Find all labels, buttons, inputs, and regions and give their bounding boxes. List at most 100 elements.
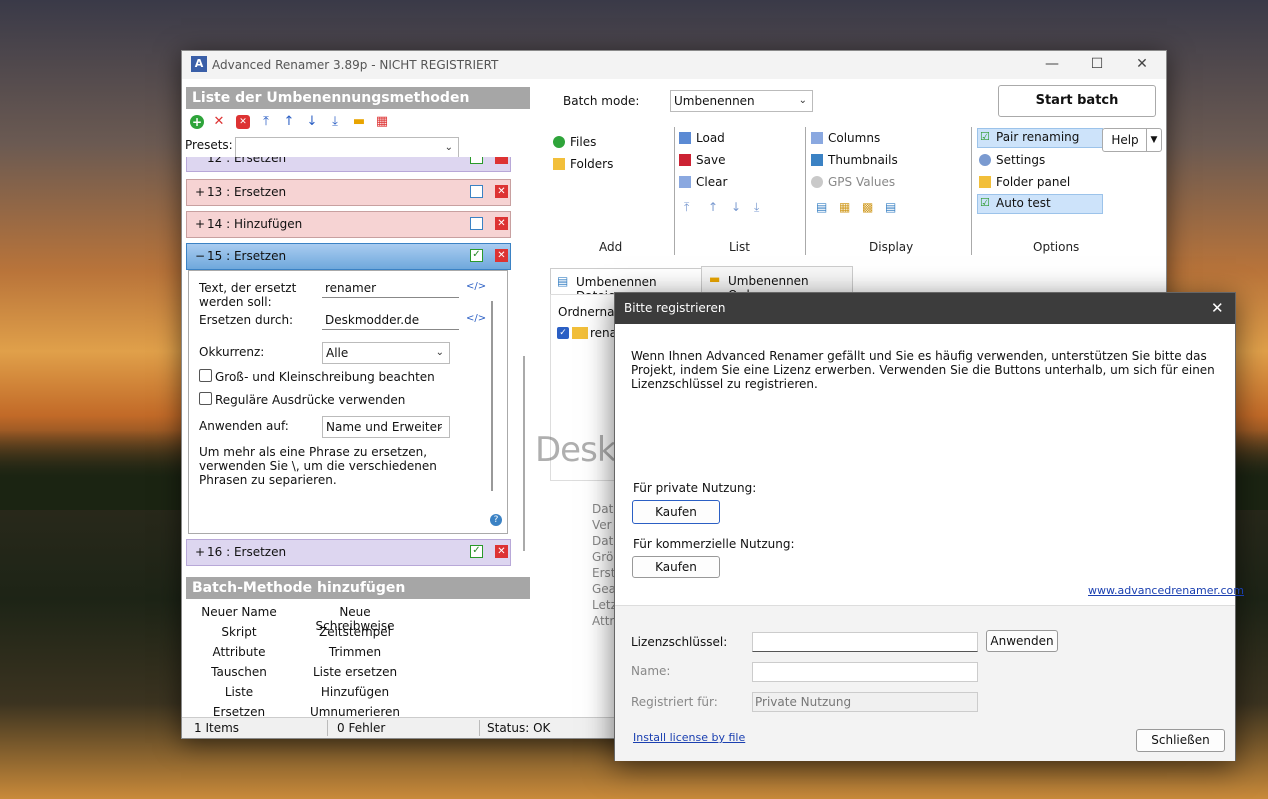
enabled-checkbox[interactable]: ✓ [470, 545, 483, 558]
help-button[interactable]: Help ▼ [1102, 128, 1162, 152]
minimize-icon[interactable]: — [1037, 56, 1067, 72]
move-bottom-icon[interactable]: ⤓ [328, 115, 342, 129]
license-input[interactable] [752, 632, 978, 652]
close-button[interactable]: Schließen [1136, 729, 1225, 752]
presets-select[interactable]: ⌄ [235, 137, 459, 159]
gps-button[interactable]: GPS Values [811, 175, 895, 189]
list-move-down-icon[interactable]: ↓ [731, 200, 741, 214]
view-icon[interactable]: ▤ [816, 200, 827, 214]
remove-method-icon[interactable] [495, 157, 508, 164]
maximize-icon[interactable]: ☐ [1082, 56, 1112, 72]
delete-method-icon[interactable]: ✕ [212, 115, 226, 129]
buy-private-button[interactable]: Kaufen [632, 500, 720, 524]
checkbox-icon: ☑ [980, 196, 990, 209]
registered-label: Registriert für: [631, 695, 718, 709]
code-icon[interactable]: </> [466, 281, 486, 292]
expand-icon[interactable]: + [195, 212, 205, 237]
expand-icon[interactable]: + [195, 540, 205, 565]
divider [327, 720, 328, 736]
method-item-partial[interactable]: 12 : Ersetzen [186, 157, 511, 172]
help-icon[interactable]: ? [490, 514, 502, 526]
close-icon[interactable]: ✕ [1127, 56, 1157, 72]
batch-method[interactable]: Neuer Name [184, 605, 294, 619]
enabled-checkbox[interactable] [470, 217, 483, 230]
batch-method-grid: Neuer Name Neue Schreibweise Skript Zeit… [182, 601, 532, 717]
remove-method-icon[interactable]: ✕ [495, 545, 508, 558]
batch-method[interactable]: Trimmen [300, 645, 410, 659]
batch-method[interactable]: Hinzufügen [300, 685, 410, 699]
columns-icon [811, 132, 823, 144]
status-text: Status: OK [487, 721, 551, 735]
remove-method-icon[interactable]: ✕ [495, 217, 508, 230]
website-link[interactable]: www.advancedrenamer.com [1088, 584, 1244, 597]
enabled-checkbox[interactable] [470, 185, 483, 198]
move-down-icon[interactable]: ↓ [305, 115, 319, 129]
batch-method[interactable]: Liste ersetzen [300, 665, 410, 679]
tab-files[interactable]: ▤ Umbenennen Dateien [550, 268, 702, 303]
regex-checkbox[interactable] [199, 392, 212, 405]
tab-folders[interactable]: ▬ Umbenennen Ordner [701, 266, 853, 302]
auto-test-toggle[interactable]: ☑ Auto test [977, 194, 1103, 214]
view-icon[interactable]: ▩ [862, 200, 873, 214]
batch-method[interactable]: Attribute [184, 645, 294, 659]
text-input[interactable]: renamer [322, 278, 459, 298]
batch-method[interactable]: Zeitstempel [300, 625, 410, 639]
close-icon[interactable]: ✕ [1211, 293, 1224, 324]
start-batch-button[interactable]: Start batch [998, 85, 1156, 117]
list-move-bottom-icon[interactable]: ⤓ [754, 200, 759, 215]
name-input[interactable] [752, 662, 978, 682]
calendar-icon[interactable]: ▦ [375, 115, 389, 129]
case-checkbox[interactable] [199, 369, 212, 382]
dropdown-icon[interactable]: ▼ [1146, 129, 1161, 151]
method-item[interactable]: + 13 : Ersetzen ✕ [186, 179, 511, 206]
view-icon[interactable]: ▦ [839, 200, 850, 214]
folder-panel-button[interactable]: Folder panel [979, 175, 1070, 189]
batch-method[interactable]: Liste [184, 685, 294, 699]
apply-button[interactable]: Anwenden [986, 630, 1058, 652]
remove-method-icon[interactable]: ✕ [495, 185, 508, 198]
splitter[interactable] [523, 356, 525, 551]
batch-method[interactable]: Umnumerieren [300, 705, 410, 717]
collapse-icon[interactable]: − [195, 244, 205, 269]
remove-method-icon[interactable]: ✕ [495, 249, 508, 262]
enabled-checkbox[interactable] [470, 157, 483, 164]
batch-method[interactable]: Ersetzen [184, 705, 294, 717]
thumbnails-button[interactable]: Thumbnails [811, 153, 898, 167]
apply-select[interactable]: Name und Erweiter ⌄ [322, 416, 450, 438]
batch-method[interactable]: Skript [184, 625, 294, 639]
method-item[interactable]: + 16 : Ersetzen ✓ ✕ [186, 539, 511, 566]
batch-section-title: Batch-Methode hinzufügen [186, 577, 530, 599]
occurrence-select[interactable]: Alle ⌄ [322, 342, 450, 364]
add-files-button[interactable]: Files [553, 135, 596, 149]
view-icon[interactable]: ▤ [885, 200, 896, 214]
install-license-link[interactable]: Install license by file [633, 731, 745, 744]
add-folders-button[interactable]: Folders [553, 157, 613, 171]
list-move-top-icon[interactable]: ⤒ [684, 200, 689, 215]
clear-button[interactable]: Clear [679, 175, 727, 189]
replace-input[interactable]: Deskmodder.de [322, 310, 459, 330]
method-item[interactable]: + 14 : Hinzufügen ✕ [186, 211, 511, 238]
pair-renaming-toggle[interactable]: ☑ Pair renaming [977, 128, 1103, 148]
remove-all-icon[interactable]: ✕ [236, 115, 250, 129]
move-top-icon[interactable]: ⤒ [259, 115, 273, 129]
add-method-icon[interactable]: + [190, 115, 204, 129]
save-button[interactable]: Save [679, 153, 725, 167]
items-count: 1 Items [194, 721, 240, 735]
open-folder-icon[interactable]: ▬ [352, 115, 366, 129]
errors-count: 0 Fehler [337, 721, 386, 735]
list-move-up-icon[interactable]: ↑ [708, 200, 718, 214]
scrollbar[interactable] [491, 301, 493, 491]
code-icon[interactable]: </> [466, 313, 486, 324]
enabled-checkbox[interactable]: ✓ [470, 249, 483, 262]
batch-method[interactable]: Tauschen [184, 665, 294, 679]
expand-icon[interactable]: + [195, 180, 205, 205]
row-checkbox[interactable]: ✓ [557, 327, 569, 339]
batch-mode-select[interactable]: Umbenennen ⌄ [670, 90, 813, 112]
method-item-active[interactable]: − 15 : Ersetzen ✓ ✕ [186, 243, 511, 270]
buy-commercial-button[interactable]: Kaufen [632, 556, 720, 578]
commercial-label: Für kommerzielle Nutzung: [633, 537, 795, 551]
settings-button[interactable]: Settings [979, 153, 1045, 167]
load-button[interactable]: Load [679, 131, 725, 145]
columns-button[interactable]: Columns [811, 131, 880, 145]
move-up-icon[interactable]: ↑ [282, 115, 296, 129]
